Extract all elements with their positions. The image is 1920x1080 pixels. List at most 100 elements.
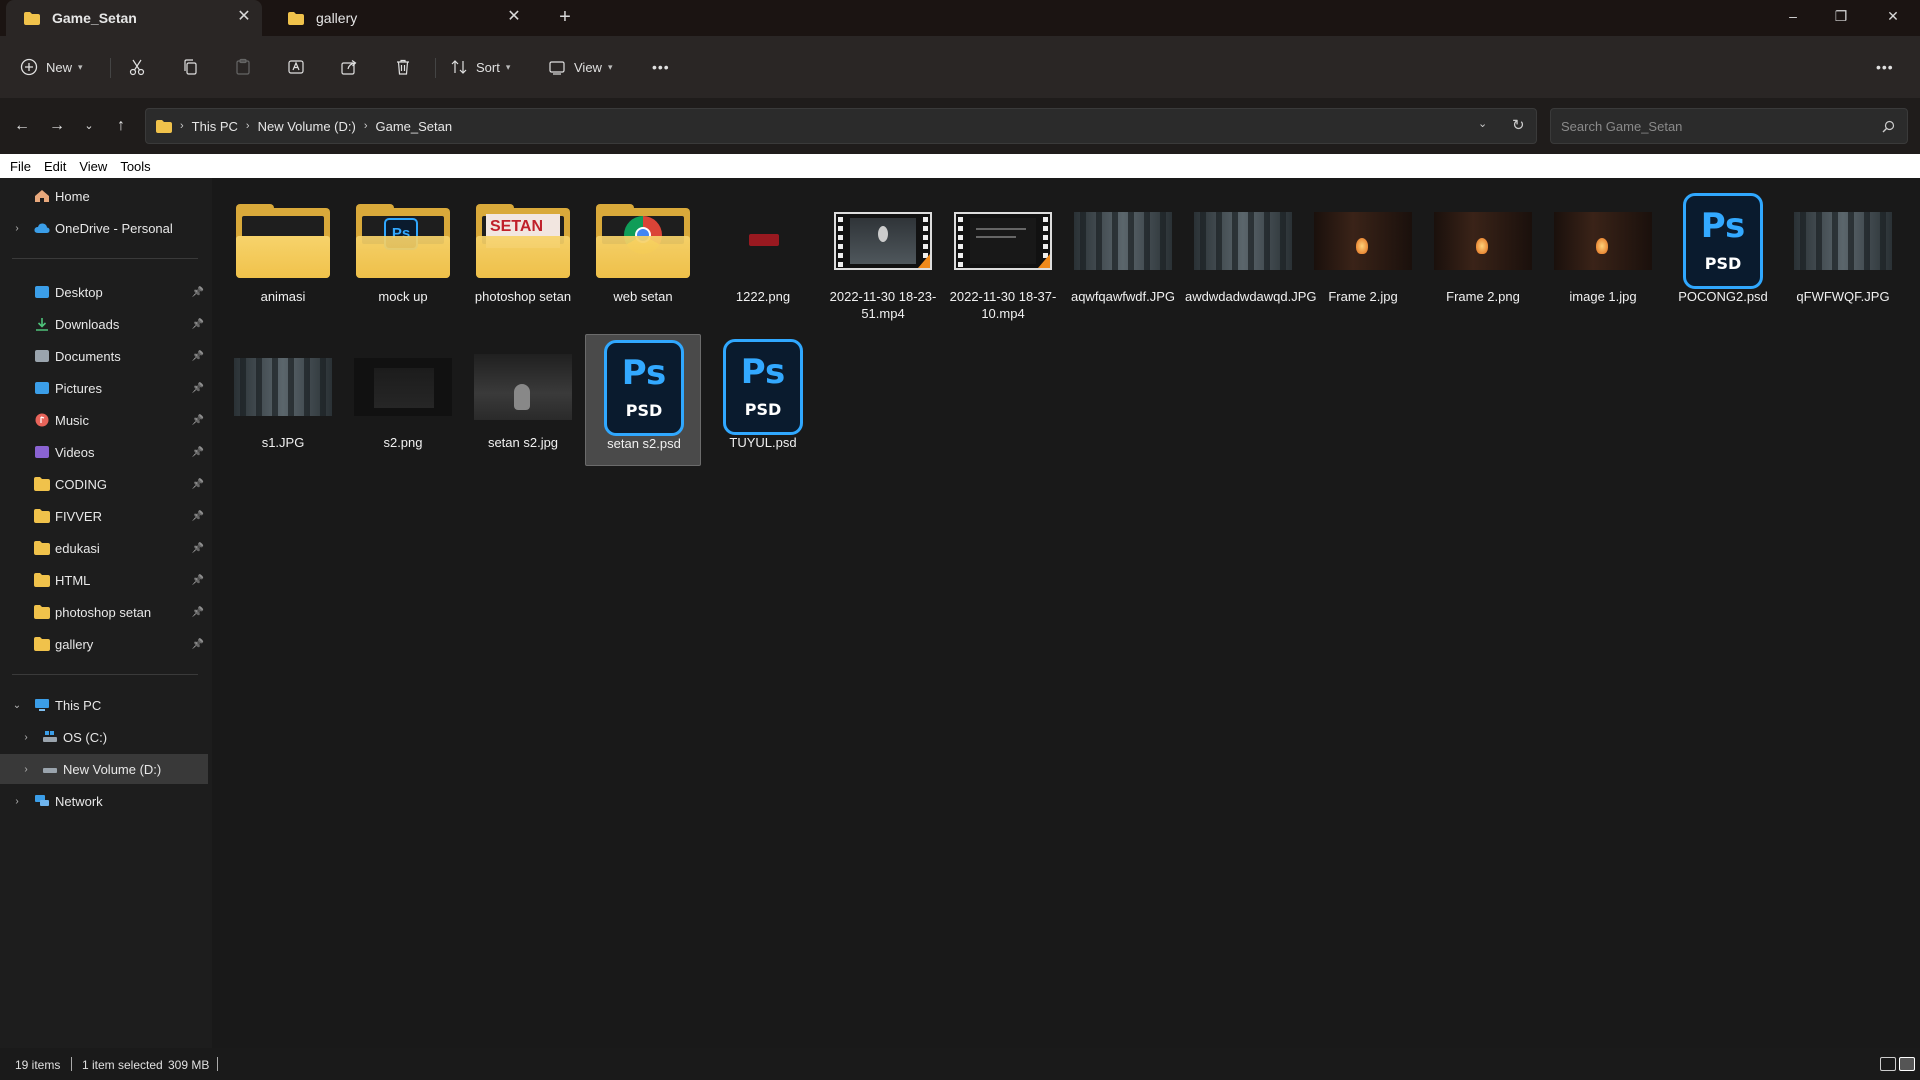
photoshop-file-icon: Ps PSD	[723, 339, 803, 435]
close-tab-icon[interactable]: ✕	[506, 9, 522, 25]
chevron-right-icon[interactable]: ›	[20, 732, 32, 743]
file-item[interactable]: 2022-11-30 18-23-51.mp4	[825, 188, 941, 321]
file-item[interactable]: Ps PSD POCONG2.psd	[1665, 188, 1781, 320]
sidebar-item-photoshop-setan[interactable]: photoshop setan 📌	[0, 597, 208, 627]
sidebar-item-videos[interactable]: Videos 📌	[0, 437, 208, 467]
restore-button[interactable]: ❐	[1818, 0, 1864, 32]
address-dropdown-chevron-icon[interactable]: ⌄	[1478, 117, 1487, 130]
plus-circle-icon	[20, 58, 38, 76]
item-thumbnail	[1193, 196, 1293, 286]
sidebar-item-this-pc[interactable]: ⌄ This PC	[0, 690, 208, 720]
file-item[interactable]: s2.png	[345, 334, 461, 466]
file-item[interactable]: image 1.jpg	[1545, 188, 1661, 320]
close-window-button[interactable]: ✕	[1870, 0, 1916, 32]
file-item[interactable]: 2022-11-30 18-37-10.mp4	[945, 188, 1061, 321]
menu-edit[interactable]: Edit	[44, 159, 66, 174]
file-item[interactable]: 1222.png	[705, 188, 821, 320]
share-button[interactable]	[340, 50, 358, 84]
search-input[interactable]: Search Game_Setan	[1550, 108, 1908, 144]
breadcrumb-this-pc[interactable]: This PC	[192, 119, 238, 134]
sidebar-item-network[interactable]: › Network	[0, 786, 208, 816]
file-item[interactable]: s1.JPG	[225, 334, 341, 466]
folder-item[interactable]: SETAN photoshop setan	[465, 188, 581, 320]
sidebar-item-onedrive[interactable]: › OneDrive - Personal	[0, 213, 208, 243]
tab-gallery[interactable]: gallery ✕	[270, 0, 532, 36]
item-name: s2.png	[383, 435, 423, 450]
home-icon	[35, 190, 49, 202]
sidebar-item-gallery[interactable]: gallery 📌	[0, 629, 208, 659]
sidebar-item-fivver[interactable]: FIVVER 📌	[0, 501, 208, 531]
pin-icon[interactable]: 📌	[192, 639, 204, 650]
chevron-right-icon[interactable]: ›	[11, 223, 23, 234]
folder-item[interactable]: Ps mock up	[345, 188, 461, 320]
refresh-icon[interactable]: ↻	[1512, 116, 1525, 134]
pin-icon[interactable]: 📌	[192, 383, 204, 394]
new-tab-button[interactable]: +	[555, 7, 575, 28]
sidebar-item-html[interactable]: HTML 📌	[0, 565, 208, 595]
close-tab-icon[interactable]: ✕	[236, 9, 252, 25]
sidebar-item-edukasi[interactable]: edukasi 📌	[0, 533, 208, 563]
pin-icon[interactable]: 📌	[192, 607, 204, 618]
large-icons-view-icon[interactable]	[1899, 1057, 1915, 1071]
sidebar-item-label: photoshop setan	[55, 604, 152, 620]
sidebar-item-new-volume-d[interactable]: › New Volume (D:)	[0, 754, 208, 784]
sort-icon	[451, 60, 467, 74]
breadcrumb-game-setan[interactable]: Game_Setan	[376, 119, 453, 134]
back-arrow-icon[interactable]: ←	[10, 114, 34, 138]
pin-icon[interactable]: 📌	[192, 511, 204, 522]
view-button[interactable]: View ▾	[548, 50, 612, 84]
file-item[interactable]: aqwfqawfwdf.JPG	[1065, 188, 1181, 320]
forward-arrow-icon[interactable]: →	[45, 114, 69, 138]
chevron-right-icon[interactable]: ›	[11, 796, 23, 807]
sidebar-item-downloads[interactable]: Downloads 📌	[0, 309, 208, 339]
recent-locations-chevron-icon[interactable]: ⌄	[77, 114, 101, 138]
paste-button[interactable]	[234, 50, 252, 84]
pin-icon[interactable]: 📌	[192, 287, 204, 298]
pin-icon[interactable]: 📌	[192, 351, 204, 362]
image-thumbnail	[1794, 212, 1892, 270]
details-more-button[interactable]: •••	[1876, 50, 1894, 84]
pin-icon[interactable]: 📌	[192, 543, 204, 554]
sidebar-item-documents[interactable]: Documents 📌	[0, 341, 208, 371]
delete-button[interactable]	[394, 50, 412, 84]
pin-icon[interactable]: 📌	[192, 575, 204, 586]
file-item[interactable]: Frame 2.png	[1425, 188, 1541, 320]
menu-file[interactable]: File	[10, 159, 31, 174]
folder-item[interactable]: animasi	[225, 188, 341, 320]
menu-view[interactable]: View	[79, 159, 107, 174]
sidebar-item-coding[interactable]: CODING 📌	[0, 469, 208, 499]
cut-button[interactable]	[128, 50, 146, 84]
sidebar-item-os-c[interactable]: › OS (C:)	[0, 722, 208, 752]
chevron-down-icon[interactable]: ⌄	[11, 700, 23, 711]
address-bar[interactable]: › This PC › New Volume (D:) › Game_Setan…	[145, 108, 1537, 144]
minimize-button[interactable]: –	[1770, 0, 1816, 32]
see-more-button[interactable]: •••	[652, 50, 670, 84]
sidebar-item-music[interactable]: Music 📌	[0, 405, 208, 435]
pin-icon[interactable]: 📌	[192, 319, 204, 330]
file-item[interactable]: Ps PSD setan s2.psd	[585, 334, 701, 466]
pin-icon[interactable]: 📌	[192, 447, 204, 458]
pin-icon[interactable]: 📌	[192, 415, 204, 426]
file-item[interactable]: Frame 2.jpg	[1305, 188, 1421, 320]
new-button[interactable]: New ▾	[20, 50, 83, 84]
breadcrumb-new-volume[interactable]: New Volume (D:)	[258, 119, 356, 134]
copy-button[interactable]	[181, 50, 199, 84]
up-arrow-icon[interactable]: ↑	[109, 114, 133, 138]
image-thumbnail	[1554, 212, 1652, 270]
details-view-icon[interactable]	[1880, 1057, 1896, 1071]
file-item[interactable]: Ps PSD TUYUL.psd	[705, 334, 821, 466]
menu-tools[interactable]: Tools	[120, 159, 150, 174]
pin-icon[interactable]: 📌	[192, 479, 204, 490]
sort-button[interactable]: Sort ▾	[450, 50, 510, 84]
sidebar-item-pictures[interactable]: Pictures 📌	[0, 373, 208, 403]
file-item[interactable]: setan s2.jpg	[465, 334, 581, 466]
tab-game-setan[interactable]: Game_Setan ✕	[6, 0, 262, 36]
sidebar-item-label: CODING	[55, 476, 107, 492]
rename-button[interactable]	[287, 50, 305, 84]
file-item[interactable]: awdwdadwdawqd.JPG	[1185, 188, 1317, 320]
sidebar-item-desktop[interactable]: Desktop 📌	[0, 277, 208, 307]
file-item[interactable]: qFWFWQF.JPG	[1785, 188, 1901, 320]
sidebar-item-home[interactable]: Home	[0, 181, 208, 211]
folder-item[interactable]: web setan	[585, 188, 701, 320]
chevron-right-icon[interactable]: ›	[20, 764, 32, 775]
